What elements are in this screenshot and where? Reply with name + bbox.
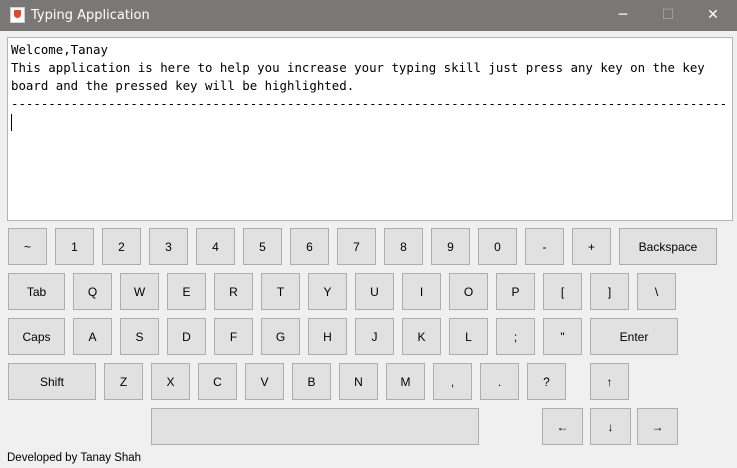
key-arrow-left[interactable]: ← bbox=[542, 408, 583, 445]
key-9[interactable]: 9 bbox=[431, 228, 470, 265]
key-tilde[interactable]: ~ bbox=[8, 228, 47, 265]
key-comma[interactable]: , bbox=[433, 363, 472, 400]
text-cursor bbox=[11, 114, 12, 131]
key-r[interactable]: R bbox=[214, 273, 253, 310]
key-caps[interactable]: Caps bbox=[8, 318, 65, 355]
key-space[interactable] bbox=[151, 408, 479, 445]
key-enter[interactable]: Enter bbox=[590, 318, 678, 355]
minimize-button[interactable]: ─ bbox=[600, 0, 646, 31]
key-y[interactable]: Y bbox=[308, 273, 347, 310]
maximize-button[interactable]: ☐ bbox=[645, 0, 691, 31]
key-left-bracket[interactable]: [ bbox=[543, 273, 582, 310]
key-minus[interactable]: - bbox=[525, 228, 564, 265]
key-0[interactable]: 0 bbox=[478, 228, 517, 265]
key-q[interactable]: Q bbox=[73, 273, 112, 310]
key-arrow-right[interactable]: → bbox=[637, 408, 678, 445]
key-f[interactable]: F bbox=[214, 318, 253, 355]
key-x[interactable]: X bbox=[151, 363, 190, 400]
close-button[interactable]: ✕ bbox=[690, 0, 736, 31]
key-right-bracket[interactable]: ] bbox=[590, 273, 629, 310]
greeting-text: Welcome,Tanay bbox=[11, 42, 108, 57]
key-period[interactable]: . bbox=[480, 363, 519, 400]
key-arrow-up[interactable]: ↑ bbox=[590, 363, 629, 400]
key-o[interactable]: O bbox=[449, 273, 488, 310]
key-m[interactable]: M bbox=[386, 363, 425, 400]
key-j[interactable]: J bbox=[355, 318, 394, 355]
key-plus[interactable]: + bbox=[572, 228, 611, 265]
key-4[interactable]: 4 bbox=[196, 228, 235, 265]
key-6[interactable]: 6 bbox=[290, 228, 329, 265]
title-bar: Typing Application ─ ☐ ✕ bbox=[0, 0, 737, 31]
key-backspace[interactable]: Backspace bbox=[619, 228, 717, 265]
key-c[interactable]: C bbox=[198, 363, 237, 400]
window-title: Typing Application bbox=[31, 8, 150, 23]
key-w[interactable]: W bbox=[120, 273, 159, 310]
key-backslash[interactable]: \ bbox=[637, 273, 676, 310]
java-app-icon bbox=[10, 7, 25, 23]
instructions-text: This application is here to help you inc… bbox=[11, 60, 713, 93]
key-g[interactable]: G bbox=[261, 318, 300, 355]
key-l[interactable]: L bbox=[449, 318, 488, 355]
key-s[interactable]: S bbox=[120, 318, 159, 355]
developer-credit: Developed by Tanay Shah bbox=[7, 452, 142, 464]
typing-text-area[interactable]: Welcome,Tanay This application is here t… bbox=[7, 37, 733, 221]
key-b[interactable]: B bbox=[292, 363, 331, 400]
key-h[interactable]: H bbox=[308, 318, 347, 355]
key-arrow-down[interactable]: ↓ bbox=[590, 408, 631, 445]
key-2[interactable]: 2 bbox=[102, 228, 141, 265]
key-d[interactable]: D bbox=[167, 318, 206, 355]
key-tab[interactable]: Tab bbox=[8, 273, 65, 310]
key-k[interactable]: K bbox=[402, 318, 441, 355]
key-5[interactable]: 5 bbox=[243, 228, 282, 265]
key-z[interactable]: Z bbox=[104, 363, 143, 400]
key-1[interactable]: 1 bbox=[55, 228, 94, 265]
key-t[interactable]: T bbox=[261, 273, 300, 310]
key-question[interactable]: ? bbox=[527, 363, 566, 400]
key-7[interactable]: 7 bbox=[337, 228, 376, 265]
key-3[interactable]: 3 bbox=[149, 228, 188, 265]
key-u[interactable]: U bbox=[355, 273, 394, 310]
key-a[interactable]: A bbox=[73, 318, 112, 355]
key-quote[interactable]: " bbox=[543, 318, 582, 355]
key-semicolon[interactable]: ; bbox=[496, 318, 535, 355]
key-p[interactable]: P bbox=[496, 273, 535, 310]
separator-line: ----------------------------------------… bbox=[11, 96, 729, 111]
key-e[interactable]: E bbox=[167, 273, 206, 310]
key-8[interactable]: 8 bbox=[384, 228, 423, 265]
key-v[interactable]: V bbox=[245, 363, 284, 400]
key-shift[interactable]: Shift bbox=[8, 363, 96, 400]
key-n[interactable]: N bbox=[339, 363, 378, 400]
key-i[interactable]: I bbox=[402, 273, 441, 310]
